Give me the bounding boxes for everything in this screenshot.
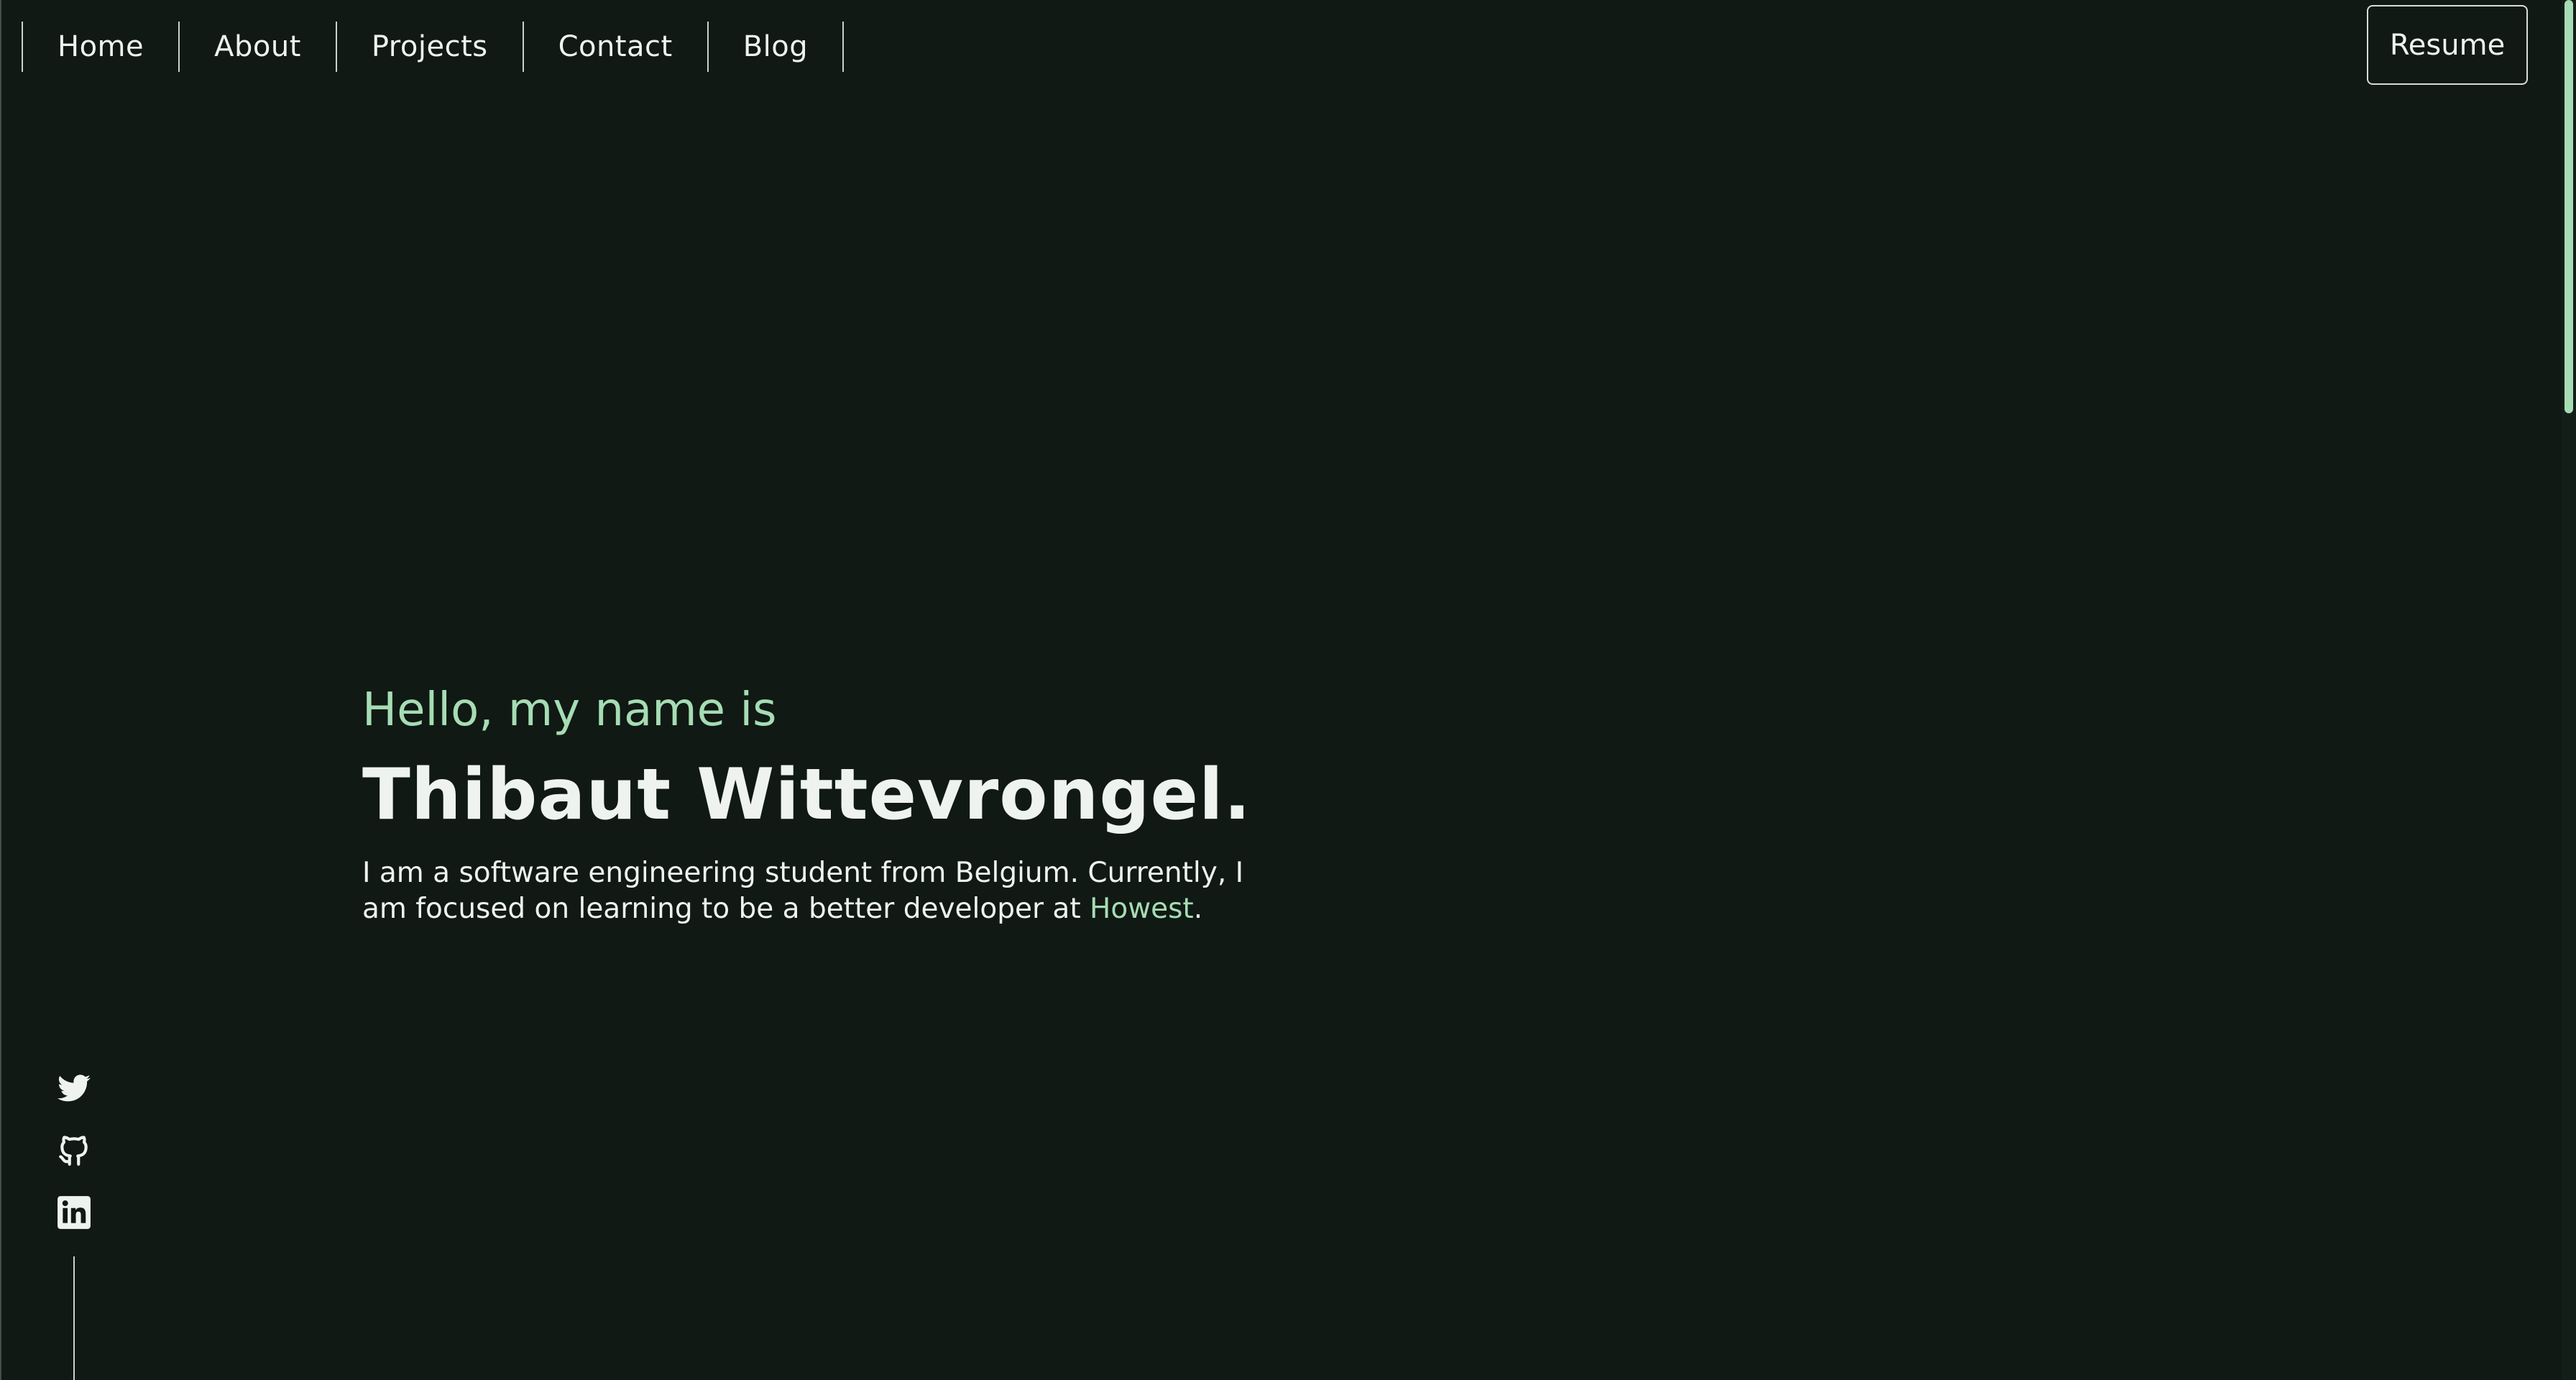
nav-item-about[interactable]: About xyxy=(178,22,336,72)
twitter-icon xyxy=(58,1075,91,1102)
hero-greeting: Hello, my name is xyxy=(362,684,777,737)
nav-item-blog[interactable]: Blog xyxy=(707,22,845,72)
social-links xyxy=(56,1071,92,1256)
left-border xyxy=(0,0,1,1380)
howest-link[interactable]: Howest xyxy=(1090,893,1194,925)
page: Home About Projects Contact Blog Resume … xyxy=(0,0,2576,1380)
scrollbar-thumb[interactable] xyxy=(2564,0,2573,413)
hero-intro: I am a software engineering student from… xyxy=(362,855,1297,927)
nav-item-projects[interactable]: Projects xyxy=(335,22,523,72)
twitter-link[interactable] xyxy=(56,1071,92,1107)
github-icon xyxy=(59,1136,88,1166)
hero-section: Hello, my name is Thibaut Wittevrongel. … xyxy=(362,676,1368,927)
linkedin-link[interactable] xyxy=(56,1195,92,1230)
nav-item-contact[interactable]: Contact xyxy=(522,22,707,72)
top-nav: Home About Projects Contact Blog xyxy=(22,22,845,72)
hero-intro-end: . xyxy=(1193,893,1203,925)
resume-button[interactable]: Resume xyxy=(2367,5,2528,85)
github-link[interactable] xyxy=(56,1133,92,1169)
linkedin-icon xyxy=(58,1196,91,1229)
hero-name: Thibaut Wittevrongel. xyxy=(362,754,1251,836)
social-divider-line xyxy=(73,1256,75,1380)
nav-item-home[interactable]: Home xyxy=(22,22,178,72)
